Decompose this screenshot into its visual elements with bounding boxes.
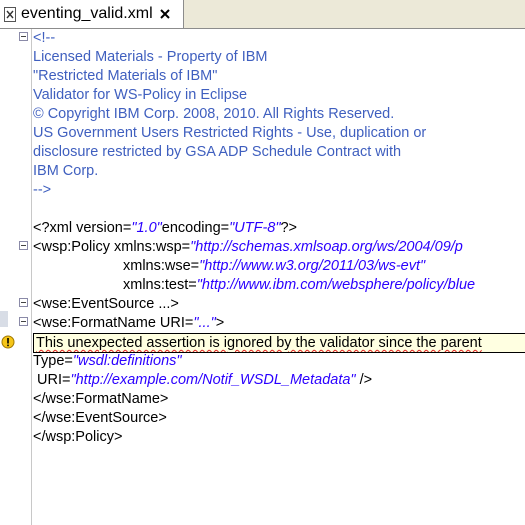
xml-declaration: <?xml version="1.0"encoding="UTF-8"?> xyxy=(33,219,297,238)
format-name-line: <wse:FormatName URI="..."> xyxy=(33,314,224,333)
tooltip-text: This unexpected assertion is ignored by … xyxy=(36,335,482,351)
comment-line: Validator for WS-Policy in Eclipse xyxy=(33,87,248,103)
type-line: Type="wsdl:definitions" xyxy=(33,352,182,371)
ruler-annotation-mark xyxy=(0,311,8,327)
tab-title: eventing_valid.xml xyxy=(21,5,153,22)
format-name-close-bracket: > xyxy=(215,315,225,331)
vertical-ruler xyxy=(0,29,16,525)
xml-decl-encoding: "UTF-8" xyxy=(229,220,281,236)
collapse-icon[interactable] xyxy=(19,317,28,326)
editor-left-margin xyxy=(31,29,32,525)
warning-icon[interactable] xyxy=(1,335,15,349)
policy-test-attr: xmlns:test= xyxy=(123,277,197,293)
folding-column xyxy=(16,29,30,525)
comment-close: --> xyxy=(33,182,52,198)
comment-line: Licensed Materials - Property of IBM xyxy=(33,49,268,65)
format-name-uri: "..." xyxy=(193,315,216,331)
close-icon[interactable] xyxy=(159,9,170,19)
collapse-icon[interactable] xyxy=(19,298,28,307)
comment-line: disclosure restricted by GSA ADP Schedul… xyxy=(33,144,402,160)
uri-line: URI="http://example.com/Notif_WSDL_Metad… xyxy=(33,371,372,390)
comment-line: IBM Corp. xyxy=(33,163,99,179)
tab-eventing-valid-xml[interactable]: eventing_valid.xml xyxy=(0,0,184,28)
policy-wsp-namespace: "http://schemas.xmlsoap.org/ws/2004/09/p xyxy=(190,239,463,255)
xml-decl-encoding-attr: encoding= xyxy=(161,220,230,236)
policy-wse-attr: xmlns:wse= xyxy=(123,258,200,274)
format-name-close: </wse:FormatName> xyxy=(33,391,169,407)
collapse-icon[interactable] xyxy=(19,241,28,250)
xml-file-icon xyxy=(4,6,16,22)
policy-wse-line: xmlns:wse="http://www.w3.org/2011/03/ws-… xyxy=(123,257,425,276)
uri-attr: URI= xyxy=(33,372,71,388)
type-attr: Type= xyxy=(33,353,73,369)
type-value: "wsdl:definitions" xyxy=(72,353,182,369)
event-source-close: </wse:EventSource> xyxy=(33,410,167,426)
event-source-open: <wse:EventSource ...> xyxy=(33,296,179,312)
policy-test-line: xmlns:test="http://www.ibm.com/websphere… xyxy=(123,276,475,295)
policy-test-namespace: "http://www.ibm.com/websphere/policy/blu… xyxy=(196,277,476,293)
policy-open-line: <wsp:Policy xmlns:wsp="http://schemas.xm… xyxy=(33,238,463,257)
collapse-icon[interactable] xyxy=(19,32,28,41)
xml-decl-end: ?> xyxy=(280,220,298,236)
format-name-open: <wse:FormatName URI= xyxy=(33,315,194,331)
comment-line: "Restricted Materials of IBM" xyxy=(33,68,218,84)
uri-value: "http://example.com/Notif_WSDL_Metadata" xyxy=(70,372,356,388)
comment-open: <!-- xyxy=(33,30,56,46)
editor-tab-bar: eventing_valid.xml xyxy=(0,0,525,29)
uri-end: /> xyxy=(355,372,373,388)
xml-editor[interactable]: <!-- Licensed Materials - Property of IB… xyxy=(0,29,525,525)
comment-line: US Government Users Restricted Rights - … xyxy=(33,125,427,141)
xml-decl-start: <?xml version= xyxy=(33,220,132,236)
policy-open-tag: <wsp:Policy xmlns:wsp= xyxy=(33,239,191,255)
xml-decl-version: "1.0" xyxy=(131,220,162,236)
warning-tooltip: This unexpected assertion is ignored by … xyxy=(33,333,525,353)
policy-wse-namespace: "http://www.w3.org/2011/03/ws-evt" xyxy=(199,258,426,274)
policy-close: </wsp:Policy> xyxy=(33,429,123,445)
comment-line: © Copyright IBM Corp. 2008, 2010. All Ri… xyxy=(33,106,395,122)
